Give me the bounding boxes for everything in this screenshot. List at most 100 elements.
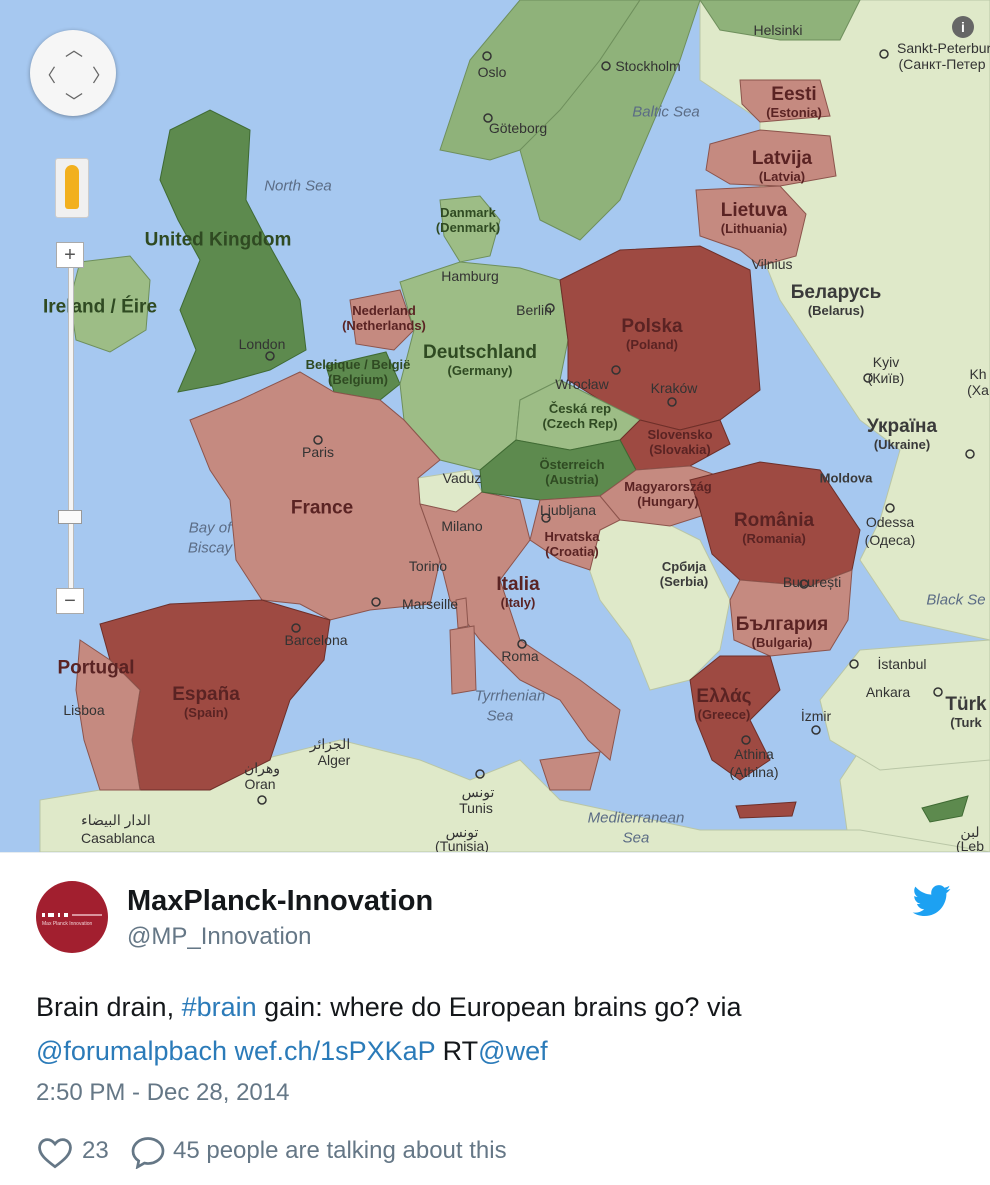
country-local-name: (Estonia)	[766, 105, 822, 120]
country-name: Polska	[621, 316, 683, 337]
author-name[interactable]: MaxPlanck-Innovation	[127, 885, 433, 918]
sea-label: Sea	[622, 829, 650, 847]
sicily	[539, 751, 601, 791]
sea-label: Biscay	[187, 539, 233, 557]
city-label: London	[238, 336, 286, 352]
country-name: Belgique / België	[305, 357, 411, 372]
country-name: Österreich	[539, 457, 605, 472]
country-name: Ireland / Éire	[42, 296, 158, 318]
tweet-text-part: Brain drain,	[36, 992, 182, 1022]
country-name: Nederland	[352, 303, 416, 318]
pan-right-icon[interactable]: 〉	[92, 62, 110, 88]
country-name: France	[290, 497, 354, 519]
city-label: (Leb	[955, 838, 985, 852]
country-label-gr: Ελλάς (Greece)	[696, 687, 751, 721]
url-link[interactable]: wef.ch/1sPXKaP	[235, 1036, 436, 1066]
country-label-be: Belgique / België (Belgium)	[306, 358, 411, 386]
sea-label: Tyrrhenian	[474, 687, 546, 705]
heart-icon[interactable]	[36, 1135, 74, 1169]
city-label: Ljubljana	[539, 502, 597, 518]
zoom-in-button[interactable]: +	[56, 242, 84, 268]
country-label-fr: France	[291, 499, 353, 518]
country-label-sk: Slovensko (Slovakia)	[647, 428, 712, 456]
country-label-es: España (Spain)	[172, 685, 240, 719]
country-name: España	[172, 684, 240, 705]
sea-label: Black Se	[926, 591, 986, 609]
pan-up-icon[interactable]: ︿	[65, 36, 83, 62]
city-label: Oslo	[477, 64, 507, 80]
country-label-rs: Србија (Serbia)	[660, 560, 708, 588]
country-name: Deutschland	[422, 342, 538, 363]
city-label: لبن	[960, 824, 980, 840]
like-count: 23	[82, 1137, 109, 1164]
city-label: Torino	[408, 558, 448, 574]
city-label: Stockholm	[615, 58, 681, 74]
country-name: Italia	[496, 574, 540, 595]
city-label: Marseille	[401, 596, 459, 612]
city-label: تونس	[461, 784, 495, 800]
country-local-name: (Hungary)	[637, 494, 699, 509]
country-name: United Kingdom	[144, 229, 292, 251]
city-label: (Санкт-Петер	[898, 56, 986, 72]
country-name: Србија	[661, 559, 707, 574]
city-label: Oran	[244, 776, 276, 792]
city-label: (Київ)	[867, 370, 905, 386]
city-label: Kraków	[650, 380, 698, 396]
city-label: (Ха	[967, 382, 989, 398]
country-name: Magyarország	[624, 479, 712, 494]
city-label: Berlin	[516, 302, 552, 318]
pan-left-icon[interactable]: 〈	[38, 62, 56, 88]
country-name: България	[735, 614, 829, 635]
reply-bubble-icon[interactable]	[130, 1135, 166, 1169]
city-label: Hamburg	[441, 268, 499, 284]
country-label-hr: Hrvatska (Croatia)	[545, 530, 600, 558]
country-label-pt: Portugal	[57, 659, 134, 678]
country-local-name: (Greece)	[697, 707, 751, 722]
country-local-name: (Poland)	[625, 337, 678, 352]
country-name: Türk	[945, 694, 987, 715]
country-local-name: (Lithuania)	[720, 221, 788, 236]
city-label: Vaduz	[442, 470, 482, 486]
city-label: وهران	[243, 760, 281, 776]
sea-label: Mediterranean	[587, 809, 685, 827]
country-local-name: (Denmark)	[435, 220, 501, 235]
pan-control[interactable]: ︿ ﹀ 〈 〉	[30, 30, 116, 116]
city-label: Alger	[317, 752, 351, 768]
country-local-name: (Ukraine)	[873, 437, 931, 452]
timestamp[interactable]: 2:50 PM - Dec 28, 2014	[36, 1079, 289, 1107]
europe-map[interactable]: United Kingdom Ireland / Éire Nederland (Ne…	[0, 0, 990, 852]
country-name: România	[733, 510, 815, 531]
country-label-tr: Türk (Turk	[945, 695, 986, 729]
zoom-slider-track[interactable]	[68, 262, 74, 600]
tweet-text-part: gain: where do European brains go? via	[256, 992, 742, 1022]
pan-down-icon[interactable]: ﹀	[65, 88, 83, 114]
city-label: İstanbul	[877, 656, 927, 672]
talking-count[interactable]: 45 people are talking about this	[173, 1137, 507, 1165]
tweet-text: Brain drain, #brain gain: where do Europ…	[36, 985, 956, 1073]
country-label-cz: Česká rep (Czech Rep)	[542, 402, 617, 430]
city-label: Milano	[441, 518, 483, 534]
country-name: Slovensko	[647, 427, 713, 442]
city-label: Athina	[734, 746, 774, 762]
country-name: Latvija	[751, 148, 813, 169]
country-local-name: (Bulgaria)	[751, 635, 813, 650]
crete	[735, 801, 797, 819]
mention-link[interactable]: @forumalpbach	[36, 1036, 227, 1066]
author-handle[interactable]: @MP_Innovation	[127, 923, 311, 951]
zoom-out-button[interactable]: −	[56, 588, 84, 614]
country-local-name: (Turk	[950, 715, 982, 730]
info-icon[interactable]: i	[952, 16, 974, 38]
sea-label: Baltic Sea	[632, 103, 700, 121]
country-local-name: (Latvia)	[758, 169, 806, 184]
country-label-nl: Nederland (Netherlands)	[342, 304, 426, 332]
mention-link-wef[interactable]: @wef	[478, 1036, 547, 1066]
zoom-slider-thumb[interactable]	[58, 510, 82, 524]
country-name: Ελλάς	[696, 686, 752, 707]
country-label-ua: Україна (Ukraine)	[867, 417, 937, 451]
country-local-name: (Italy)	[500, 595, 536, 610]
avatar[interactable]: Max Planck Innovation	[36, 881, 108, 953]
country-label-lv: Latvija (Latvia)	[752, 149, 812, 183]
street-view-pegman-icon[interactable]	[55, 158, 89, 218]
twitter-bird-icon[interactable]	[912, 885, 952, 917]
hashtag-link[interactable]: #brain	[182, 992, 257, 1022]
